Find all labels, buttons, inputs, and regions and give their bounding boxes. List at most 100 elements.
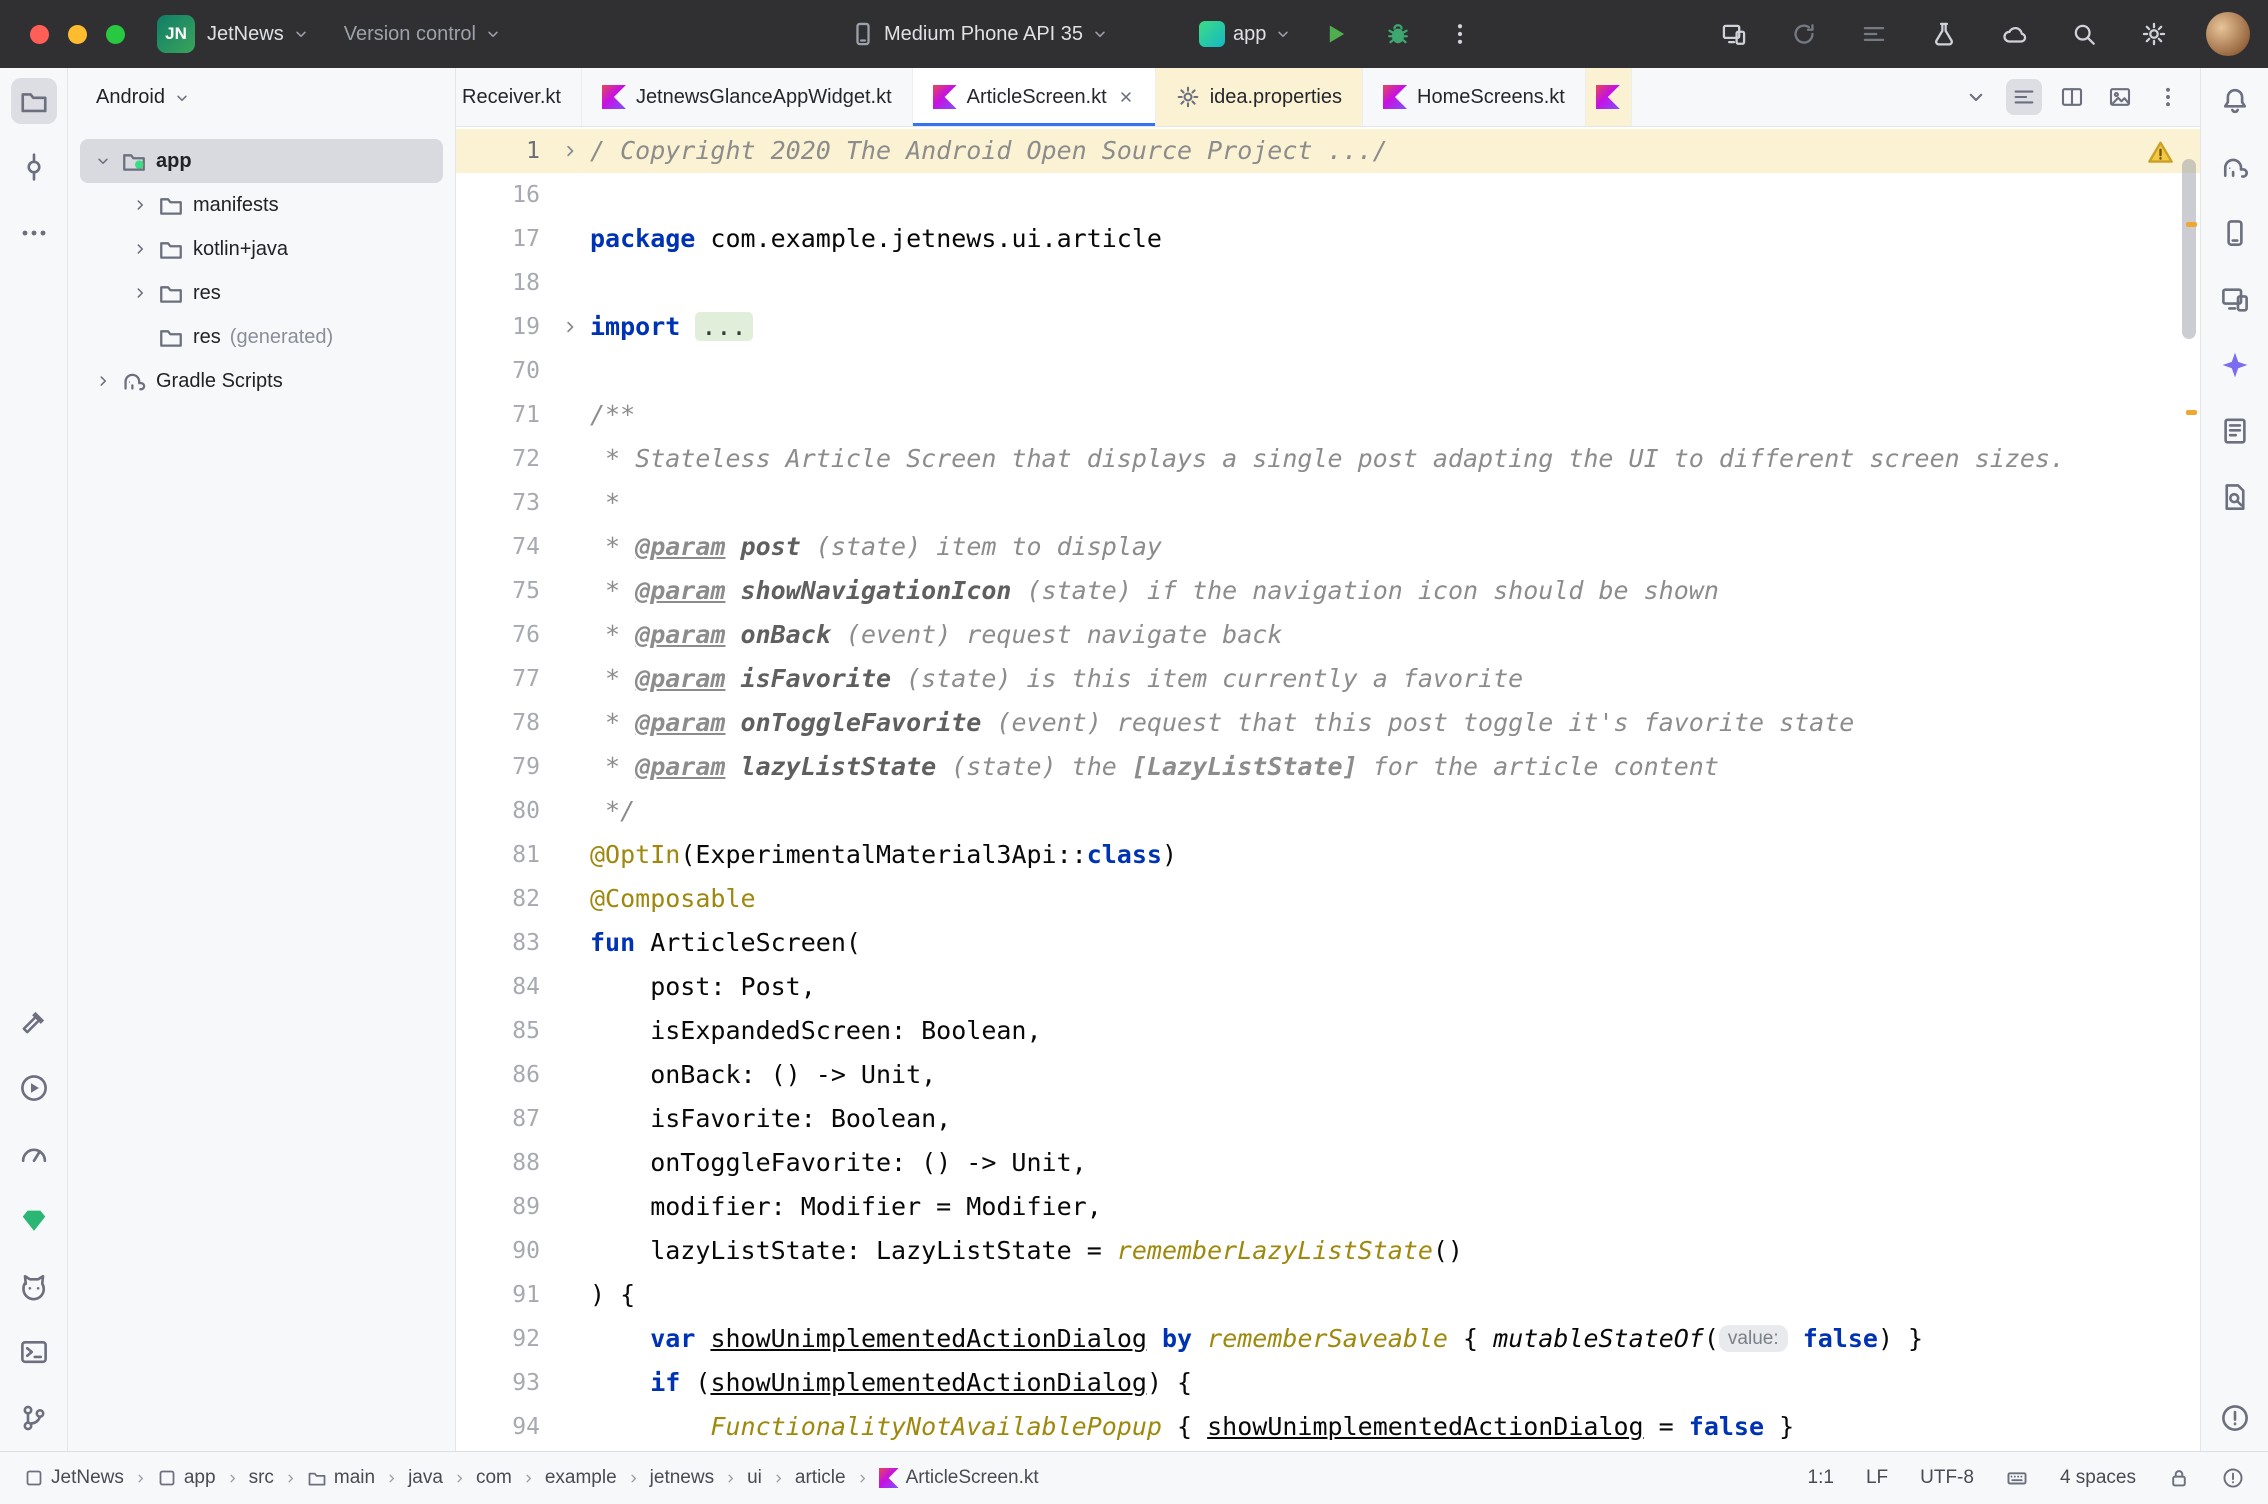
minimize-window-button[interactable] [68,25,87,44]
breadcrumb-src[interactable]: src [249,1467,274,1489]
code-text[interactable]: * @param post (state) item to display [590,525,1162,569]
code-text[interactable]: * Stateless Article Screen that displays… [590,437,2065,481]
build-tool-button[interactable] [11,999,57,1045]
code-text[interactable]: isFavorite: Boolean, [590,1097,951,1141]
code-text[interactable]: / Copyright 2020 The Android Open Source… [590,129,1388,173]
breadcrumb-jetnews[interactable]: jetnews [650,1467,714,1489]
more-tool-windows-button[interactable] [11,210,57,256]
problems-button[interactable] [2212,1395,2258,1441]
build-menu-button[interactable] [1856,16,1892,52]
profiler-tool-button[interactable] [11,1131,57,1177]
run-button[interactable] [1318,16,1354,52]
tab-articlescreen-kt[interactable]: ArticleScreen.kt [913,68,1156,126]
chevron-right-icon[interactable] [94,372,112,390]
warning-stripe-mark[interactable] [2186,410,2197,415]
code-text[interactable]: */ [590,789,635,833]
breadcrumb-article[interactable]: article [795,1467,846,1489]
tree-item-manifests[interactable]: manifests [80,183,443,227]
indent-style[interactable]: 4 spaces [2060,1467,2136,1489]
more-actions-button[interactable] [1442,16,1478,52]
code-text[interactable]: * @param isFavorite (state) is this item… [590,657,1523,701]
write-access-icon[interactable] [2168,1467,2190,1489]
close-tab-icon[interactable] [1117,88,1135,106]
gemini-button[interactable] [2212,342,2258,388]
line-separator[interactable]: LF [1866,1467,1888,1489]
project-view-selector[interactable]: Android [68,68,455,127]
fold-marker-icon[interactable] [560,141,580,161]
gradle-button[interactable] [2212,144,2258,190]
code-text[interactable]: * [590,481,620,525]
run-configuration-selector[interactable]: app [1199,21,1292,47]
search-everywhere-button[interactable] [2066,16,2102,52]
breadcrumb-example[interactable]: example [545,1467,617,1489]
tree-item-res-generated[interactable]: res (generated) [80,315,443,359]
firebase-button[interactable] [1996,16,2032,52]
editor-notifications-icon[interactable] [2222,1467,2244,1489]
user-avatar[interactable] [2206,12,2250,56]
hidden-tabs-button[interactable] [1958,79,1994,115]
code-text[interactable]: FunctionalityNotAvailablePopup { showUni… [590,1405,1794,1449]
code-view-button[interactable] [2006,79,2042,115]
code-text[interactable]: onToggleFavorite: () -> Unit, [590,1141,1087,1185]
running-devices-button[interactable] [1716,16,1752,52]
code-editor[interactable]: 1/ Copyright 2020 The Android Open Sourc… [456,127,2200,1451]
code-text[interactable]: /** [590,393,635,437]
breadcrumb-articlescreen-kt[interactable]: ArticleScreen.kt [879,1467,1039,1489]
tab-homescreens-kt[interactable]: HomeScreens.kt [1363,68,1586,126]
terminal-tool-button[interactable] [11,1329,57,1375]
code-text[interactable]: if (showUnimplementedActionDialog) { [590,1361,1192,1405]
inspections-warning-icon[interactable] [2147,139,2174,166]
caret-position[interactable]: 1:1 [1808,1467,1834,1489]
code-text[interactable]: fun ArticleScreen( [590,921,861,965]
editor-options-button[interactable] [2150,79,2186,115]
breadcrumb-jetnews[interactable]: JetNews [24,1467,124,1489]
breadcrumb-main[interactable]: main [307,1467,375,1489]
instrumented-tests-button[interactable] [1926,16,1962,52]
project-tool-button[interactable] [11,78,57,124]
code-text[interactable]: * @param onToggleFavorite (event) reques… [590,701,1854,745]
code-text[interactable]: lazyListState: LazyListState = rememberL… [590,1229,1463,1273]
vcs-widget[interactable]: Version control [344,23,502,46]
notifications-button[interactable] [2212,78,2258,124]
tab-idea-properties[interactable]: idea.properties [1156,68,1363,126]
debug-button[interactable] [1380,16,1416,52]
tab-overflow[interactable] [1586,68,1632,126]
tree-item-kotlin-java[interactable]: kotlin+java [80,227,443,271]
run-tool-button[interactable] [11,1065,57,1111]
warning-stripe-mark[interactable] [2186,222,2197,227]
code-text[interactable]: * @param lazyListState (state) the [Lazy… [590,745,1719,789]
folded-region[interactable]: ... [695,312,752,341]
code-text[interactable]: import ... [590,305,753,349]
code-text[interactable]: onBack: () -> Unit, [590,1053,936,1097]
chevron-right-icon[interactable] [131,284,149,302]
encoding[interactable]: UTF-8 [1920,1467,1974,1489]
device-manager-button[interactable] [2212,210,2258,256]
code-text[interactable]: @OptIn(ExperimentalMaterial3Api::class) [590,833,1177,877]
code-text[interactable]: isExpandedScreen: Boolean, [590,1009,1042,1053]
code-text[interactable]: ) { [590,1273,635,1317]
code-text[interactable]: modifier: Modifier = Modifier, [590,1185,1102,1229]
code-text[interactable]: * @param showNavigationIcon (state) if t… [590,569,1719,613]
tree-item-app[interactable]: app [80,139,443,183]
code-text[interactable]: @Composable [590,877,756,921]
chevron-right-icon[interactable] [131,196,149,214]
code-text[interactable]: package com.example.jetnews.ui.article [590,217,1162,261]
resource-manager-button[interactable] [2212,408,2258,454]
sync-button[interactable] [1786,16,1822,52]
code-text[interactable]: var showUnimplementedActionDialog by rem… [590,1317,1923,1361]
breadcrumb-ui[interactable]: ui [747,1467,762,1489]
breadcrumb-app[interactable]: app [157,1467,216,1489]
design-view-button[interactable] [2102,79,2138,115]
zoom-window-button[interactable] [106,25,125,44]
split-view-button[interactable] [2054,79,2090,115]
project-selector[interactable]: JetNews [207,23,310,46]
commit-tool-button[interactable] [11,144,57,190]
breadcrumb-java[interactable]: java [408,1467,443,1489]
scrollbar-thumb[interactable] [2182,159,2196,339]
chevron-down-icon[interactable] [94,152,112,170]
logcat-tool-button[interactable] [11,1263,57,1309]
tree-item-gradle-scripts[interactable]: Gradle Scripts [80,359,443,403]
breadcrumb-com[interactable]: com [476,1467,512,1489]
tab-receiver-kt[interactable]: Receiver.kt [456,68,582,126]
tree-item-res[interactable]: res [80,271,443,315]
